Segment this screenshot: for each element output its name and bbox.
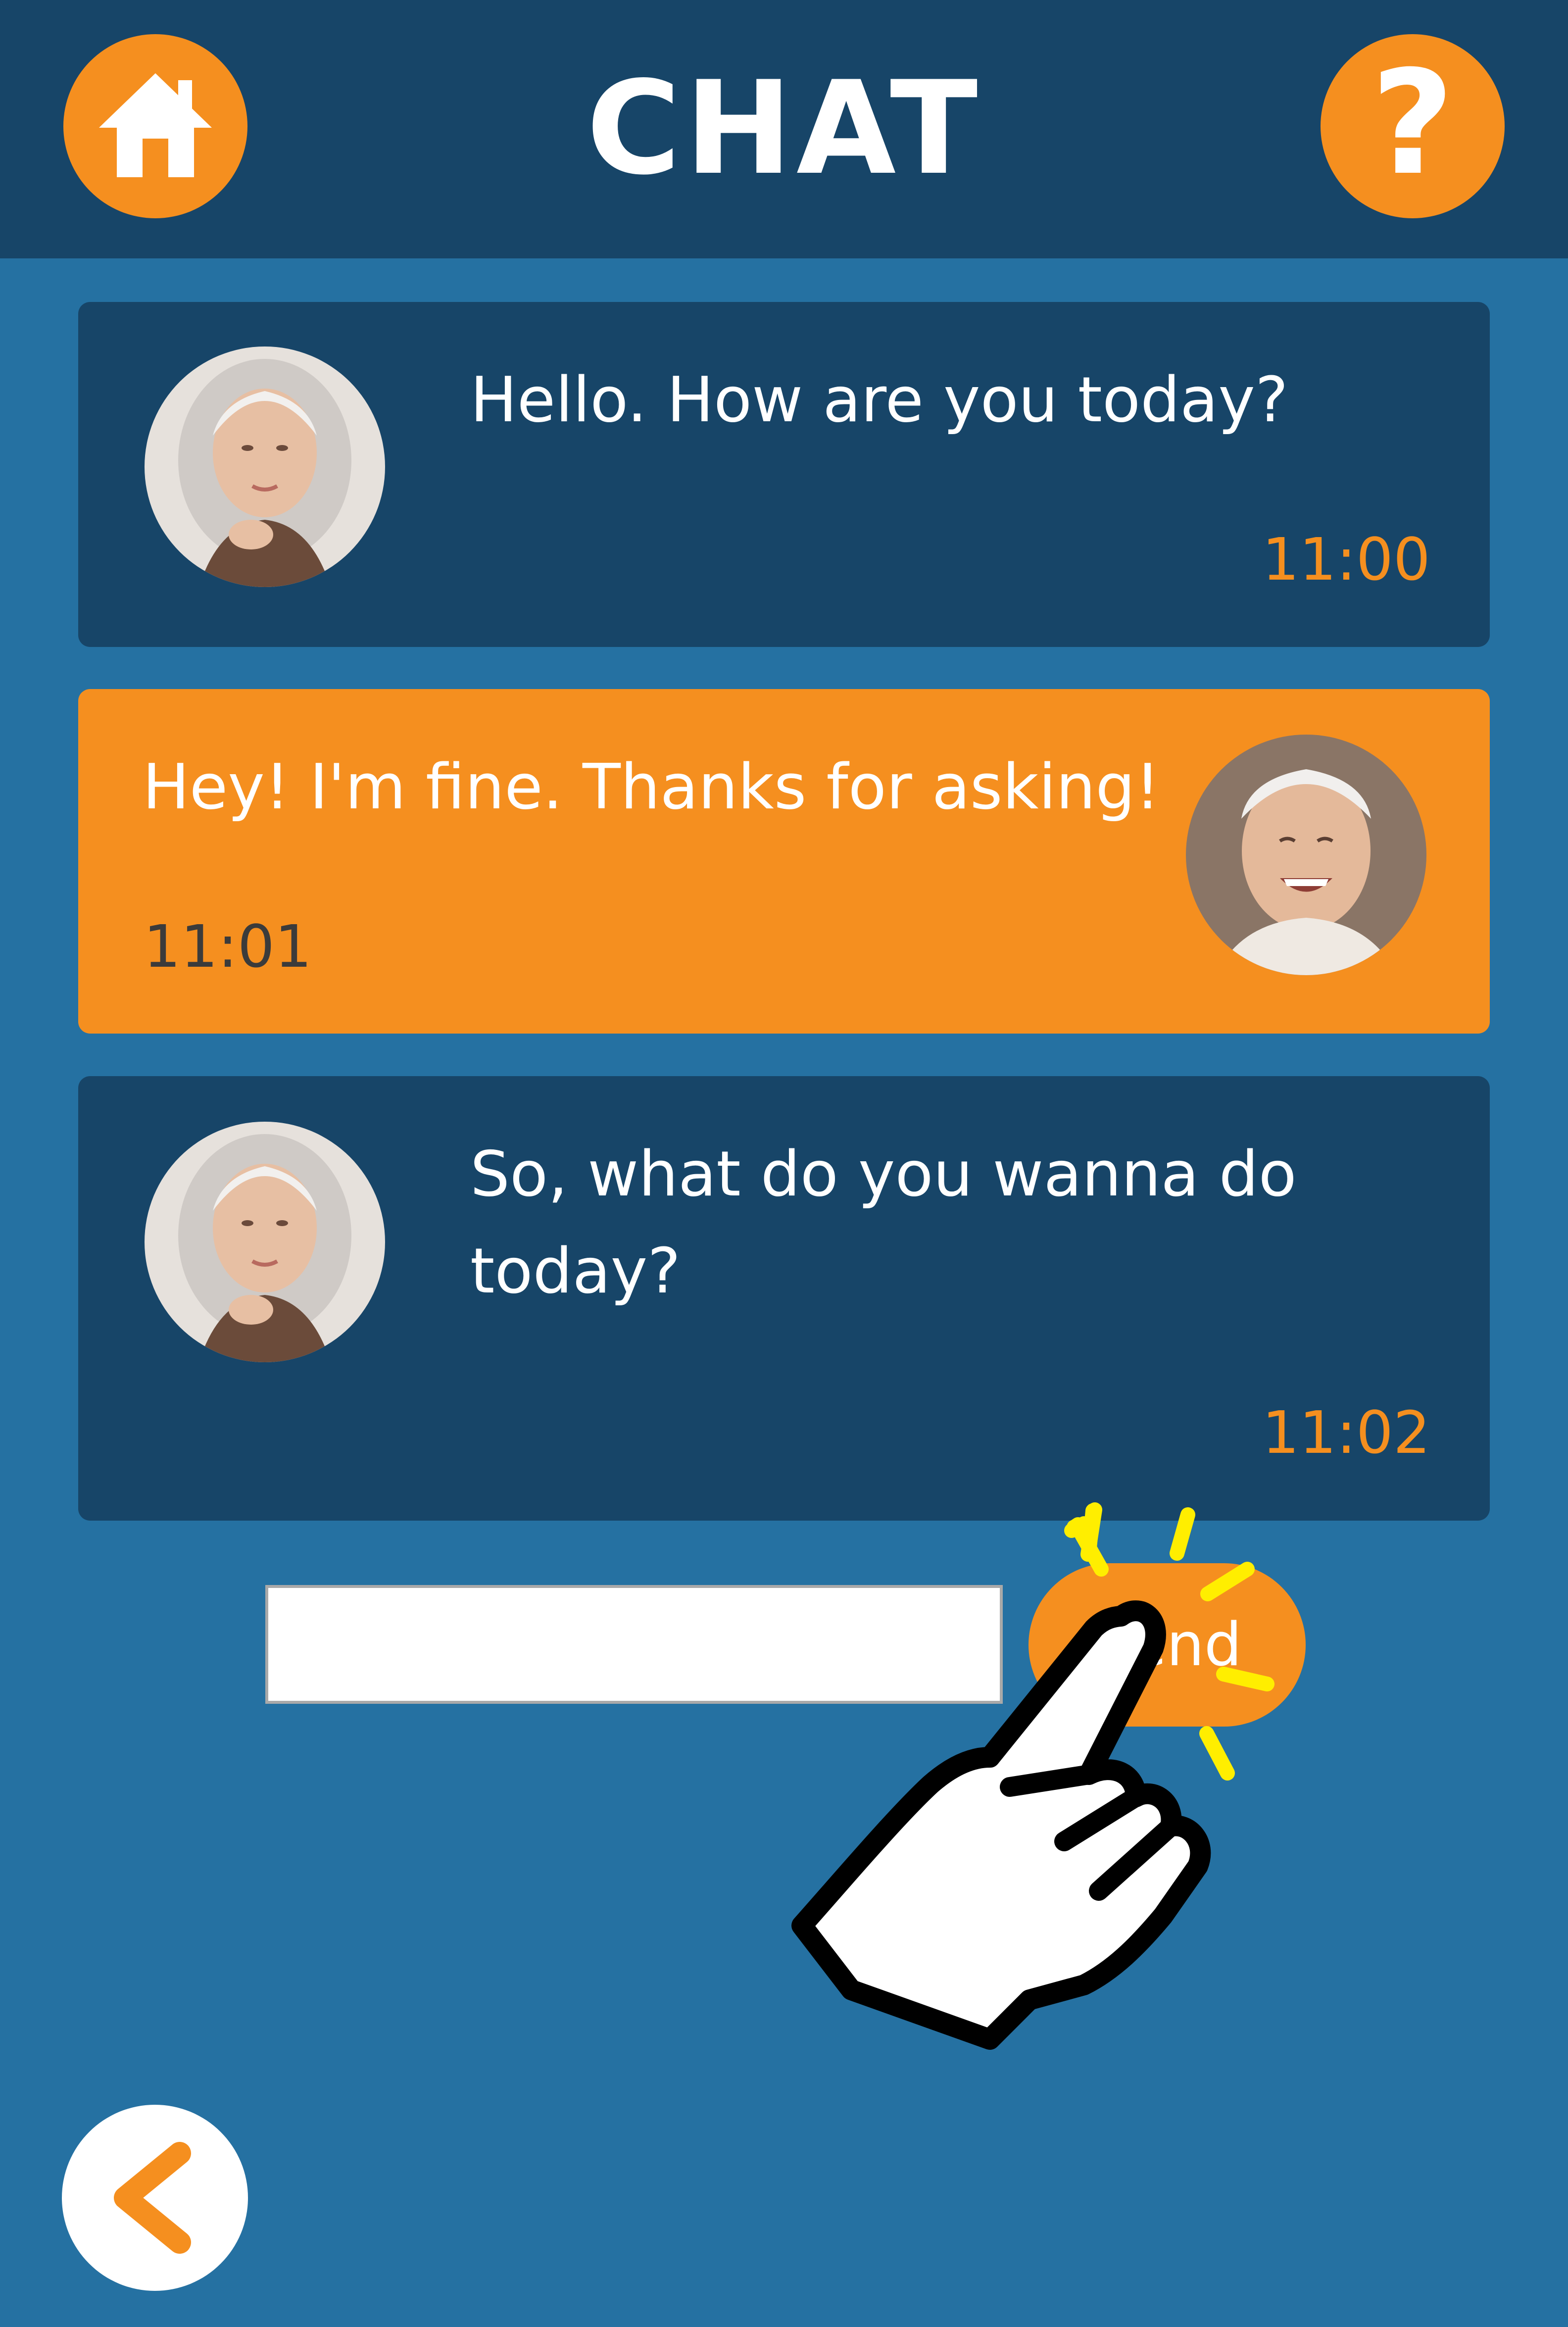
back-button[interactable] (62, 2105, 248, 2291)
message-text: So, what do you wanna do today? (470, 1138, 1297, 1307)
tap-hand-icon (791, 1502, 1274, 2050)
message-timestamp: 11:00 (1262, 525, 1430, 594)
message-received: Hello. How are you today? 11:00 (78, 302, 1490, 647)
chevron-left-icon (114, 2142, 191, 2254)
elderly-woman-avatar (145, 347, 385, 587)
elderly-man-avatar (1186, 735, 1426, 975)
message-sent: Hey! I'm fine. Thanks for asking! 11:01 (78, 689, 1490, 1034)
question-mark-icon: ? (1371, 40, 1455, 207)
help-button[interactable]: ? (1321, 34, 1505, 218)
elderly-woman-avatar (145, 1122, 385, 1362)
message-timestamp: 11:02 (1262, 1398, 1430, 1467)
message-received: So, what do you wanna do today? 11:02 (78, 1076, 1490, 1521)
app-header: CHAT ? (0, 0, 1568, 258)
message-text: Hey! I'm fine. Thanks for asking! (143, 750, 1160, 823)
message-timestamp: 11:01 (144, 912, 312, 981)
message-text: Hello. How are you today? (470, 363, 1288, 436)
